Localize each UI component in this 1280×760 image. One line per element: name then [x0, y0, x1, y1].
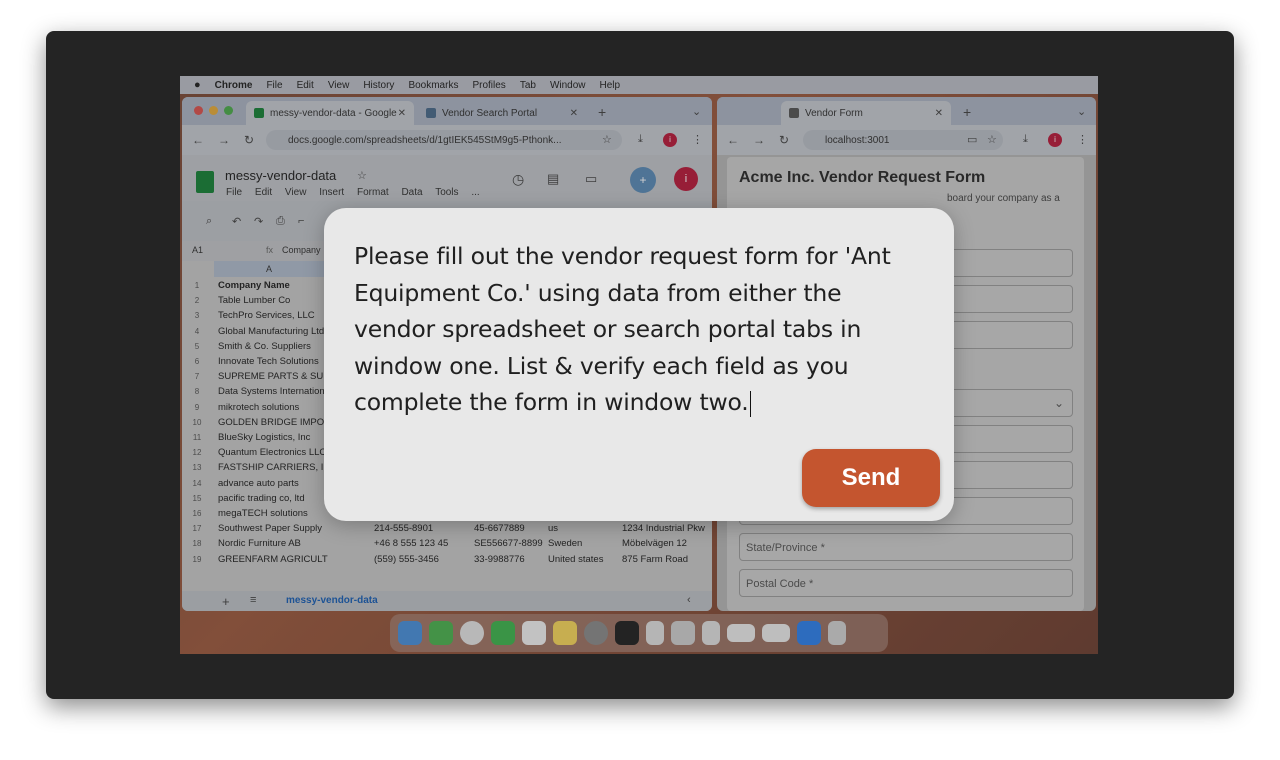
text-caret	[749, 390, 752, 417]
prompt-text: Please fill out the vendor request form …	[354, 242, 891, 416]
prompt-dialog: Please fill out the vendor request form …	[324, 208, 954, 521]
send-button[interactable]: Send	[802, 449, 940, 507]
prompt-input[interactable]: Please fill out the vendor request form …	[354, 238, 929, 421]
